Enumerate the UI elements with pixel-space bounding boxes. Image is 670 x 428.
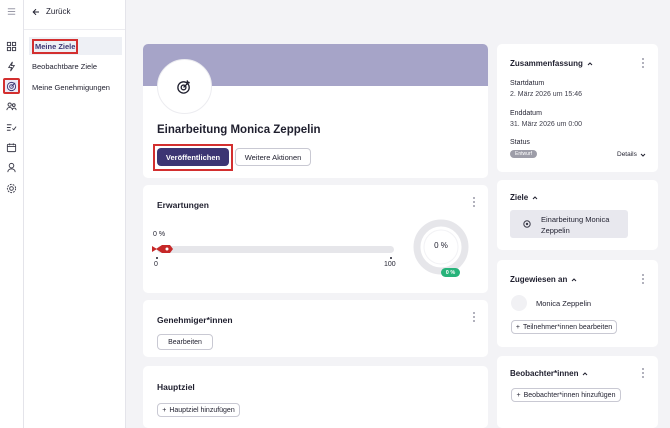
edit-approvers-label: Bearbeiten <box>168 338 202 346</box>
target-icon <box>523 220 531 228</box>
progress-track <box>157 246 394 253</box>
status-label: Status <box>510 139 530 146</box>
rocket-icon <box>152 245 173 253</box>
approvers-title: Genehmiger*innen <box>157 315 233 325</box>
approvers-menu-icon[interactable] <box>472 312 476 322</box>
goals-subnav: Zurück Meine Ziele Beobachtbare Ziele Me… <box>24 0 126 428</box>
publish-button[interactable]: Veröffentlichen <box>157 148 229 166</box>
people-icon[interactable] <box>3 98 20 114</box>
assigned-title: Zugewiesen an <box>510 275 568 284</box>
org-icon[interactable] <box>3 159 20 175</box>
settings-icon[interactable] <box>3 180 20 196</box>
add-main-goal-label: Hauptziel hinzufügen <box>169 406 235 414</box>
chevron-down-icon <box>640 153 646 157</box>
nav-item-observable-goals[interactable]: Beobachtbare Ziele <box>29 57 122 75</box>
add-observers-label: Beobachter*innen hinzufügen <box>523 391 616 399</box>
add-main-goal-button[interactable]: + Hauptziel hinzufügen <box>157 403 240 417</box>
edit-approvers-button[interactable]: Bearbeiten <box>157 334 213 350</box>
nav-item-my-approvals[interactable]: Meine Genehmigungen <box>29 78 122 96</box>
assignee-name: Monica Zeppelin <box>536 299 592 308</box>
summary-header[interactable]: Zusammenfassung <box>510 59 593 68</box>
progress-label: 0 % <box>153 231 166 238</box>
lightning-icon[interactable] <box>3 58 20 74</box>
tick-dot-min <box>156 257 158 259</box>
edit-participants-button[interactable]: + Teilnehmer*innen bearbeiten <box>511 320 617 334</box>
goal-chip-label: Einarbeitung Monica Zeppelin <box>541 215 610 235</box>
observers-card: Beobachter*innen + Beobachter*innen hinz… <box>497 356 658 428</box>
tick-max: 100 <box>384 261 396 268</box>
main-goal-title: Hauptziel <box>157 382 195 392</box>
approvers-card: Genehmiger*innen Bearbeiten <box>143 300 488 357</box>
nav-item-label: Meine Genehmigungen <box>32 82 110 92</box>
start-date-label: Startdatum <box>510 80 545 87</box>
calendar-icon[interactable] <box>3 139 20 155</box>
details-toggle[interactable]: Details <box>617 151 646 158</box>
donut-label: 0 % <box>434 241 448 250</box>
main-goal-card: Hauptziel + Hauptziel hinzufügen <box>143 366 488 428</box>
observers-header[interactable]: Beobachter*innen <box>510 369 588 378</box>
chevron-up-icon <box>572 277 577 281</box>
nav-item-label: Beobachtbare Ziele <box>32 61 98 71</box>
observers-title: Beobachter*innen <box>510 369 579 378</box>
target-icon[interactable] <box>3 78 20 94</box>
goals-title: Ziele <box>510 193 529 202</box>
plus-icon: + <box>162 406 167 414</box>
menu-icon[interactable] <box>3 3 20 19</box>
back-link[interactable]: Zurück <box>32 7 70 16</box>
tick-dot-max <box>390 257 392 259</box>
nav-item-label: Meine Ziele <box>32 38 79 54</box>
plus-icon: + <box>515 323 520 331</box>
dashboard-icon[interactable] <box>3 38 20 54</box>
edit-participants-label: Teilnehmer*innen bearbeiten <box>522 323 613 331</box>
target-icon <box>177 80 190 94</box>
tick-min: 0 <box>154 261 158 268</box>
observers-menu-icon[interactable] <box>641 368 645 378</box>
list-check-icon[interactable] <box>3 119 20 135</box>
assigned-card: Zugewiesen an Monica Zeppelin + Teilnehm… <box>497 260 658 347</box>
goal-chip[interactable]: Einarbeitung Monica Zeppelin <box>510 210 628 238</box>
goal-avatar <box>157 59 212 114</box>
expectations-card: Erwartungen 0 % 0 100 0 % 0 % <box>143 185 488 293</box>
goals-header[interactable]: Ziele <box>510 193 538 202</box>
goal-header-card: Einarbeitung Monica Zeppelin Veröffentli… <box>143 44 488 178</box>
arrow-left-icon <box>32 8 39 15</box>
nav-item-my-goals[interactable]: Meine Ziele <box>29 37 122 55</box>
plus-icon: + <box>516 391 521 399</box>
progress-badge: 0 % <box>441 268 460 277</box>
end-date-value: 31. März 2026 um 0:00 <box>510 121 582 128</box>
chevron-up-icon <box>583 371 588 375</box>
details-label: Details <box>617 151 637 158</box>
status-badge: Entwurf <box>510 150 537 158</box>
goal-title: Einarbeitung Monica Zeppelin <box>157 124 321 136</box>
chevron-up-icon <box>532 195 538 199</box>
add-observers-button[interactable]: + Beobachter*innen hinzufügen <box>511 388 621 402</box>
icon-rail <box>0 0 24 428</box>
expectations-menu-icon[interactable] <box>472 197 476 207</box>
back-label: Zurück <box>46 7 71 16</box>
end-date-label: Enddatum <box>510 110 542 117</box>
summary-title: Zusammenfassung <box>510 59 583 68</box>
subnav-divider <box>24 29 125 30</box>
more-actions-button[interactable]: Weitere Aktionen <box>235 148 311 166</box>
expectations-title: Erwartungen <box>157 200 209 210</box>
assigned-header[interactable]: Zugewiesen an <box>510 275 577 284</box>
summary-menu-icon[interactable] <box>641 58 645 68</box>
avatar <box>511 295 527 311</box>
chevron-up-icon <box>587 61 593 65</box>
start-date-value: 2. März 2026 um 15:46 <box>510 91 582 98</box>
goals-card: Ziele Einarbeitung Monica Zeppelin <box>497 180 658 250</box>
assigned-menu-icon[interactable] <box>641 274 645 284</box>
